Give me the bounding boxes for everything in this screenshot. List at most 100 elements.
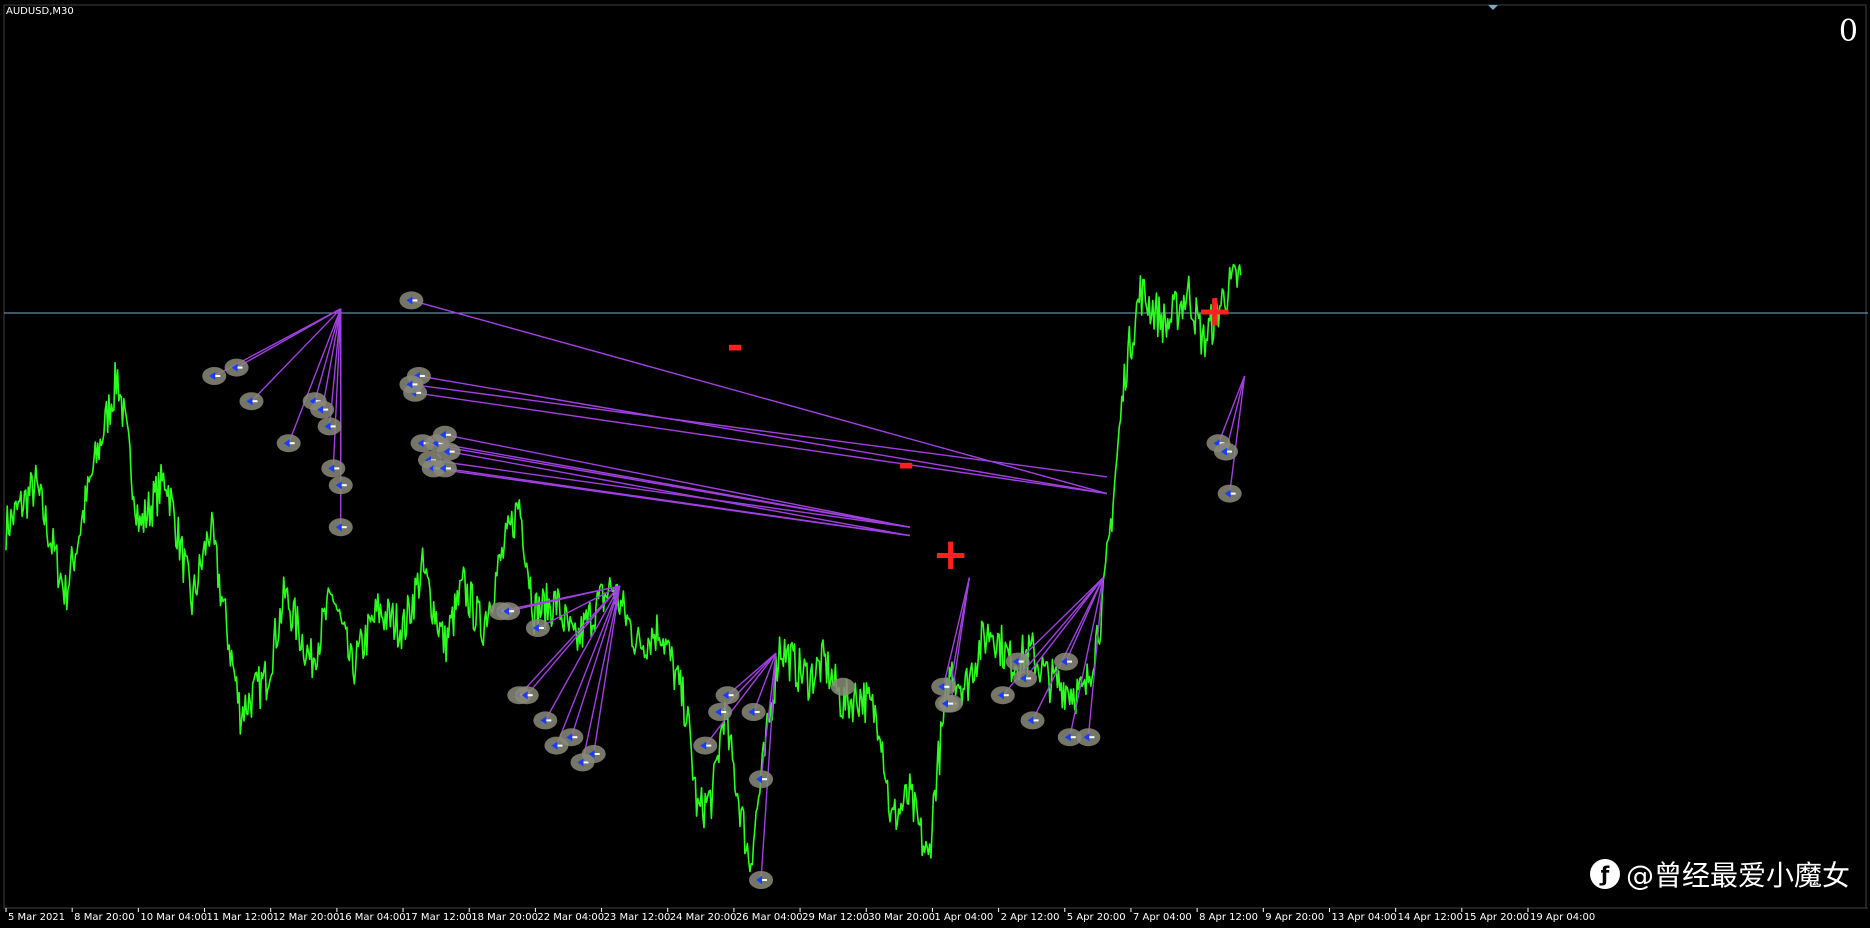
price-line-series	[5, 263, 1242, 873]
trade-marker	[935, 694, 960, 713]
x-tick-label: 16 Mar 04:00	[339, 912, 406, 923]
trade-marker	[1213, 442, 1238, 461]
trade-marker	[1013, 669, 1038, 688]
signal-line	[1017, 577, 1104, 663]
marker-dash	[449, 450, 455, 453]
signal-line	[437, 442, 910, 528]
trade-marker	[328, 476, 353, 495]
marker-dash	[546, 719, 552, 722]
x-tick-label: 17 Mar 12:00	[405, 912, 472, 923]
trade-marker	[1005, 652, 1030, 671]
trade-marker	[202, 367, 227, 385]
x-tick-label: 24 Mar 20:00	[670, 912, 737, 923]
marker-dash	[527, 694, 533, 697]
trade-marker	[741, 703, 766, 721]
marker-dash	[1070, 736, 1076, 739]
trade-marker	[1020, 711, 1045, 730]
marker-dash	[419, 375, 425, 377]
x-tick-label: 9 Apr 20:00	[1265, 912, 1324, 923]
watermark-text: @曾经最爱小魔女	[1625, 859, 1850, 892]
trade-marker	[1054, 652, 1079, 671]
trade-marker	[224, 358, 249, 377]
marker-dash	[1226, 450, 1232, 453]
x-tick-label: 12 Mar 20:00	[273, 912, 340, 923]
marker-dash	[721, 711, 727, 713]
signal-line	[411, 299, 1108, 495]
x-tick-label: 14 Apr 12:00	[1398, 912, 1463, 923]
trade-marker	[1217, 484, 1242, 503]
plot-frame	[3, 4, 1867, 909]
trade-marker	[693, 736, 718, 755]
x-tick-label: 19 Apr 04:00	[1530, 912, 1595, 923]
trade-marker	[432, 459, 457, 478]
x-tick-label: 29 Mar 12:00	[802, 912, 869, 923]
trade-marker	[715, 686, 740, 705]
chart-window[interactable]: - - + +5 Mar 2021 8 Mar 20:00 10 Mar 04:00 11 …	[0, 0, 1870, 928]
marker-dash	[323, 408, 329, 411]
trade-marker	[321, 459, 346, 478]
trade-marker	[533, 711, 558, 730]
x-tick-label: 22 Mar 04:00	[537, 912, 604, 923]
trade-marker	[1076, 728, 1101, 747]
plus-sign: +	[1196, 286, 1233, 337]
trade-marker	[749, 871, 774, 889]
marker-dash	[706, 744, 712, 747]
trade-marker	[990, 686, 1015, 705]
watermark: ƒ @曾经最爱小魔女	[1589, 854, 1850, 894]
marker-dash	[252, 400, 258, 403]
marker-dash	[1018, 660, 1024, 663]
x-tick-label: 2 Apr 12:00	[1001, 912, 1060, 923]
x-tick-label: 8 Apr 12:00	[1199, 912, 1258, 923]
marker-dash	[445, 467, 451, 470]
marker-dash	[289, 442, 295, 445]
marker-dash	[594, 753, 600, 755]
marker-dash	[237, 366, 243, 369]
trade-marker	[496, 602, 521, 621]
trade-marker	[559, 728, 584, 747]
trade-marker	[276, 434, 301, 453]
marker-dash	[334, 467, 340, 470]
marker-dash	[948, 702, 954, 705]
marker-dash	[341, 484, 347, 487]
trade-marker	[310, 400, 335, 419]
marker-dash	[1067, 660, 1073, 663]
marker-dash	[412, 299, 418, 302]
symbol-timeframe-label: AUDUSD,M30	[6, 6, 74, 17]
toutiao-logo-icon: ƒ	[1589, 859, 1620, 889]
x-tick-label: 5 Apr 20:00	[1067, 912, 1126, 923]
price-chart[interactable]: --++5 Mar 2021 8 Mar 20:00 10 Mar 04:00 11 …	[0, 0, 1870, 928]
trade-marker	[399, 375, 424, 394]
signal-line	[411, 383, 1108, 478]
trade-marker	[239, 392, 264, 411]
x-tick-label: 5 Mar 2021	[8, 912, 65, 923]
marker-dash	[1230, 492, 1236, 495]
trade-marker	[514, 686, 539, 705]
signal-line	[448, 450, 910, 537]
trade-marker	[328, 518, 353, 537]
x-tick-label: 18 Mar 20:00	[471, 912, 538, 923]
marker-dash	[572, 736, 578, 739]
signal-line	[429, 459, 910, 528]
x-tick-label: 26 Mar 04:00	[736, 912, 803, 923]
trade-marker	[317, 417, 342, 436]
minus-sign: -	[727, 323, 744, 369]
marker-dash	[762, 778, 768, 781]
marker-dash	[1003, 694, 1009, 697]
signal-line	[1087, 577, 1104, 738]
signal-line	[236, 308, 342, 369]
marker-dash	[445, 433, 451, 436]
marker-dash	[944, 685, 950, 688]
marker-dash	[557, 744, 563, 747]
marker-dash	[754, 711, 760, 713]
shift-marker-icon	[1488, 5, 1498, 10]
x-tick-label: 15 Apr 20:00	[1464, 912, 1529, 923]
marker-dash	[330, 425, 336, 428]
x-tick-label: 30 Mar 20:00	[868, 912, 935, 923]
plus-sign: +	[932, 529, 969, 580]
marker-dash	[1033, 719, 1039, 722]
marker-dash	[762, 879, 768, 881]
x-tick-label: 1 Apr 04:00	[934, 912, 993, 923]
marker-dash	[1026, 677, 1032, 680]
trade-marker	[399, 291, 424, 310]
x-tick-label: 10 Mar 04:00	[140, 912, 207, 923]
